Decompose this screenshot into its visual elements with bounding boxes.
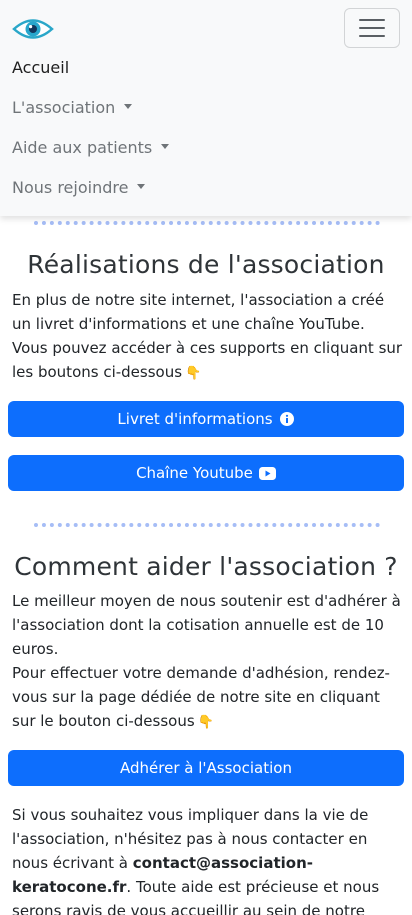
pointing-down-emoji: 👇: [185, 366, 202, 381]
caret-down-icon: [124, 104, 133, 109]
chaine-youtube-button[interactable]: Chaîne Youtube: [8, 455, 404, 491]
youtube-icon: [258, 466, 276, 480]
hamburger-icon: [359, 19, 385, 21]
section-divider: [34, 221, 380, 225]
aider-text-3: Si vous souhaitez vous impliquer dans la…: [12, 806, 380, 915]
adherer-association-button[interactable]: Adhérer à l'Association: [8, 750, 404, 786]
nav-item-nous-rejoindre[interactable]: Nous rejoindre: [12, 177, 146, 199]
eye-logo-icon[interactable]: [12, 14, 54, 44]
nav-item-association[interactable]: L'association: [12, 97, 133, 119]
navbar: Accueil L'association Aide aux patients …: [0, 0, 412, 216]
nav-item-label: Nous rejoindre: [12, 178, 129, 197]
nav-item-label: Accueil: [12, 58, 70, 77]
realisations-title: Réalisations de l'association: [27, 250, 385, 279]
nav-item-accueil[interactable]: Accueil: [12, 57, 69, 79]
aider-text-1: Le meilleur moyen de nous soutenir est d…: [12, 592, 401, 658]
nav-item-label: Aide aux patients: [12, 138, 153, 157]
aider-text-2: Pour effectuer votre demande d'adhésion,…: [12, 661, 404, 735]
section-divider: [34, 523, 380, 527]
aider-title: Comment aider l'association ?: [14, 552, 398, 581]
info-circle-icon: [279, 411, 295, 427]
nav-item-aide-aux-patients[interactable]: Aide aux patients: [12, 137, 170, 159]
caret-down-icon: [137, 184, 146, 189]
nav-item-label: L'association: [12, 98, 116, 117]
navbar-toggler-button[interactable]: [344, 8, 400, 48]
caret-down-icon: [161, 144, 170, 149]
pointing-down-emoji: 👇: [197, 715, 214, 730]
livret-informations-button[interactable]: Livret d'informations: [8, 401, 404, 437]
realisations-text: En plus de notre site internet, l'associ…: [12, 288, 404, 386]
